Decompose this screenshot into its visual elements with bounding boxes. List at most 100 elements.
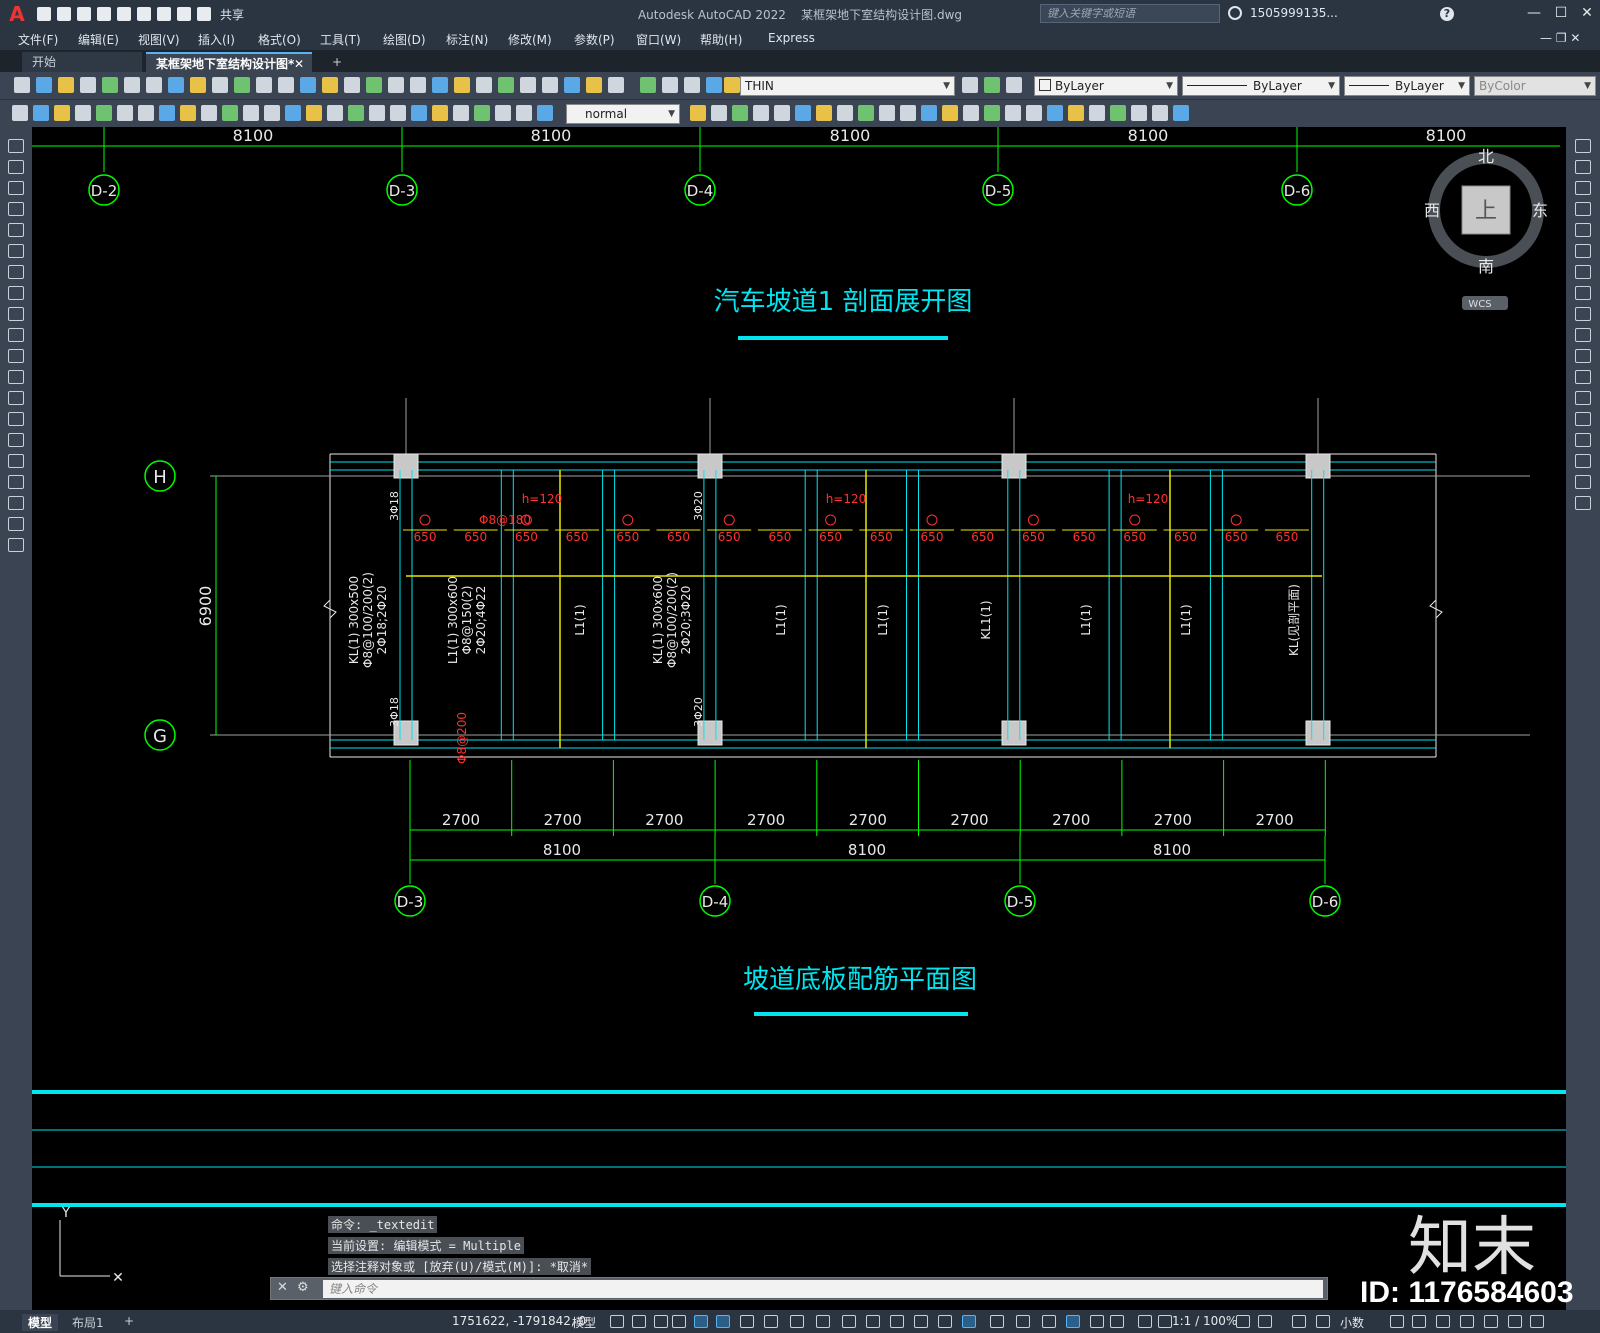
modify-tool-icon-12[interactable] <box>1575 391 1591 405</box>
dim-tool-icon-41[interactable] <box>1005 105 1021 121</box>
status-toggle-icon-26[interactable] <box>1292 1315 1306 1328</box>
status-toggle-icon-24[interactable] <box>1236 1315 1250 1328</box>
std-tool-icon-32[interactable] <box>724 77 740 93</box>
close-icon[interactable]: ✕ <box>1578 4 1596 22</box>
menu-item-9[interactable]: 参数(P) <box>574 31 615 48</box>
dim-tool-icon-42[interactable] <box>1026 105 1042 121</box>
status-toggle-icon-5[interactable] <box>716 1315 730 1328</box>
status-toggle-icon-20[interactable] <box>1090 1315 1104 1328</box>
status-toggle-icon-16[interactable] <box>990 1315 1004 1328</box>
command-line[interactable]: ✕ ⚙ 键入命令 <box>270 1277 1328 1300</box>
modify-tool-icon-4[interactable] <box>1575 223 1591 237</box>
dim-tool-icon-24[interactable] <box>516 105 532 121</box>
menu-item-12[interactable]: Express <box>768 31 815 45</box>
menu-item-0[interactable]: 文件(F) <box>18 31 58 48</box>
dim-tool-icon-9[interactable] <box>201 105 217 121</box>
dim-tool-icon-14[interactable] <box>306 105 322 121</box>
std-tool-icon-24[interactable] <box>542 77 558 93</box>
dim-tool-icon-49[interactable] <box>1173 105 1189 121</box>
dim-tool-icon-45[interactable] <box>1089 105 1105 121</box>
draw-tool-icon-12[interactable] <box>8 391 24 405</box>
tab-start[interactable]: 开始 <box>22 52 142 72</box>
lineweight-dropdown[interactable]: ByLayer ▼ <box>1344 76 1470 96</box>
std-tool-icon-12[interactable] <box>278 77 294 93</box>
dim-tool-icon-40[interactable] <box>984 105 1000 121</box>
std-tool-icon-11[interactable] <box>256 77 272 93</box>
status-toggle-icon-17[interactable] <box>1016 1315 1030 1328</box>
doc-window-controls[interactable]: — ❐ ✕ <box>1540 31 1580 45</box>
menu-item-8[interactable]: 修改(M) <box>508 31 552 48</box>
dim-tool-icon-21[interactable] <box>453 105 469 121</box>
dim-tool-icon-46[interactable] <box>1110 105 1126 121</box>
plot-icon[interactable] <box>157 7 171 21</box>
modify-tool-icon-17[interactable] <box>1575 496 1591 510</box>
dim-tool-icon-10[interactable] <box>222 105 238 121</box>
std-tool-icon-30[interactable] <box>684 77 700 93</box>
dim-tool-icon-23[interactable] <box>495 105 511 121</box>
std-tool-icon-15[interactable] <box>344 77 360 93</box>
modify-tool-icon-14[interactable] <box>1575 433 1591 447</box>
modify-tool-icon-15[interactable] <box>1575 454 1591 468</box>
units-button[interactable]: 小数 <box>1340 1314 1364 1331</box>
dim-tool-icon-48[interactable] <box>1152 105 1168 121</box>
menu-item-5[interactable]: 工具(T) <box>320 31 361 48</box>
std-tool-icon-18[interactable] <box>410 77 426 93</box>
modify-tool-icon-13[interactable] <box>1575 412 1591 426</box>
std-tool-icon-25[interactable] <box>564 77 580 93</box>
std-tool-icon-29[interactable] <box>662 77 678 93</box>
std-tool-icon-28[interactable] <box>640 77 656 93</box>
menu-item-2[interactable]: 视图(V) <box>138 31 180 48</box>
dim-tool-icon-30[interactable] <box>774 105 790 121</box>
status-toggle-icon-15[interactable] <box>962 1315 976 1328</box>
std-tool-icon-3[interactable] <box>80 77 96 93</box>
status-toggle-icon-33[interactable] <box>1508 1315 1522 1328</box>
dim-tool-icon-43[interactable] <box>1047 105 1063 121</box>
dim-tool-icon-1[interactable] <box>33 105 49 121</box>
new-icon[interactable] <box>37 7 51 21</box>
dim-tool-icon-4[interactable] <box>96 105 112 121</box>
std-tool-icon-21[interactable] <box>476 77 492 93</box>
menu-item-4[interactable]: 格式(O) <box>258 31 301 48</box>
layer-dropdown[interactable]: THIN ▼ <box>740 76 955 96</box>
share-button[interactable]: 共享 <box>220 6 244 23</box>
draw-tool-icon-14[interactable] <box>8 433 24 447</box>
draw-tool-icon-17[interactable] <box>8 496 24 510</box>
dim-tool-icon-13[interactable] <box>285 105 301 121</box>
draw-tool-icon-2[interactable] <box>8 181 24 195</box>
search-input[interactable]: 键入关键字或短语 <box>1040 4 1220 23</box>
modify-tool-icon-6[interactable] <box>1575 265 1591 279</box>
draw-tool-icon-11[interactable] <box>8 370 24 384</box>
dim-tool-icon-19[interactable] <box>411 105 427 121</box>
dim-tool-icon-32[interactable] <box>816 105 832 121</box>
web-save-icon[interactable] <box>137 7 151 21</box>
std-tool-icon-16[interactable] <box>366 77 382 93</box>
dim-tool-icon-5[interactable] <box>117 105 133 121</box>
std-tool-icon-13[interactable] <box>300 77 316 93</box>
tab-layout1[interactable]: 布局1 <box>72 1314 104 1331</box>
std-tool-icon-23[interactable] <box>520 77 536 93</box>
std-tool-icon-31[interactable] <box>706 77 722 93</box>
draw-tool-icon-9[interactable] <box>8 328 24 342</box>
draw-tool-icon-18[interactable] <box>8 517 24 531</box>
draw-tool-icon-5[interactable] <box>8 244 24 258</box>
save-icon[interactable] <box>77 7 91 21</box>
minimize-icon[interactable]: — <box>1525 4 1543 22</box>
draw-tool-icon-15[interactable] <box>8 454 24 468</box>
color-dropdown[interactable]: ByLayer ▼ <box>1034 76 1178 96</box>
dim-tool-icon-28[interactable] <box>732 105 748 121</box>
dim-tool-icon-7[interactable] <box>159 105 175 121</box>
std-tool-icon-10[interactable] <box>234 77 250 93</box>
saveas-icon[interactable] <box>97 7 111 21</box>
modify-tool-icon-0[interactable] <box>1575 139 1591 153</box>
coordinates[interactable]: 1751622, -1791842, 0 <box>452 1314 586 1328</box>
draw-tool-icon-8[interactable] <box>8 307 24 321</box>
status-toggle-icon-12[interactable] <box>890 1315 904 1328</box>
std-tool-icon-27[interactable] <box>608 77 624 93</box>
modify-tool-icon-16[interactable] <box>1575 475 1591 489</box>
undo-icon[interactable] <box>177 7 191 21</box>
menu-item-11[interactable]: 帮助(H) <box>700 31 742 48</box>
draw-tool-icon-4[interactable] <box>8 223 24 237</box>
draw-tool-icon-6[interactable] <box>8 265 24 279</box>
status-toggle-icon-25[interactable] <box>1258 1315 1272 1328</box>
std-tool-icon-1[interactable] <box>36 77 52 93</box>
